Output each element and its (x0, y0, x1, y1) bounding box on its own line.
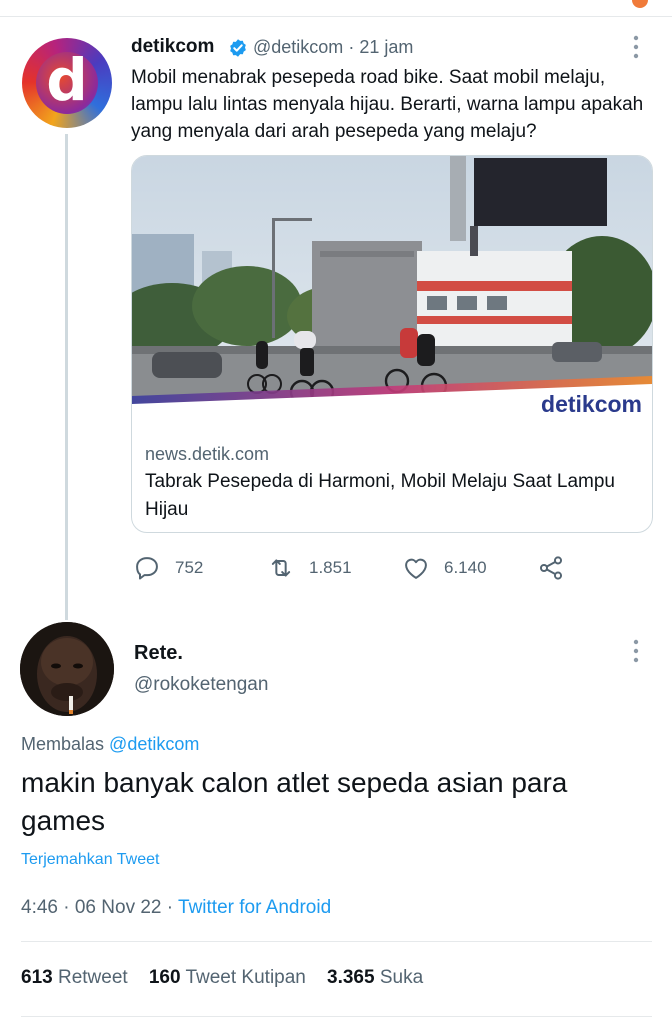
more-options-icon[interactable] (630, 638, 642, 664)
retweet-icon (271, 559, 291, 577)
reply-author-handle[interactable]: @rokoketengan (134, 674, 268, 696)
tweet-text: Mobil menabrak pesepeda road bike. Saat … (131, 67, 644, 142)
notification-dot (632, 0, 648, 8)
card-title: Tabrak Pesepeda di Harmoni, Mobil Melaju… (145, 471, 615, 520)
profile-photo (20, 622, 114, 716)
retweets-count: 613 (21, 967, 53, 988)
quotes-label: Tweet Kutipan (185, 967, 306, 988)
link-card[interactable]: detikcom news.detik.com Tabrak Pesepeda … (131, 155, 653, 533)
likes-stat[interactable]: 3.365 Suka (327, 967, 423, 988)
more-options-icon[interactable] (630, 34, 642, 60)
street-scene-image: detikcom (132, 156, 652, 428)
like-button[interactable]: 6.140 (402, 554, 487, 582)
author-name[interactable]: detikcom (131, 36, 214, 58)
detik-logo-letter: d (46, 46, 88, 114)
divider (21, 1016, 652, 1017)
translate-tweet-link[interactable]: Terjemahkan Tweet (21, 851, 159, 869)
card-domain: news.detik.com (145, 444, 270, 464)
reply-author-name[interactable]: Rete. (134, 642, 183, 665)
quotes-stat[interactable]: 160 Tweet Kutipan (149, 967, 306, 988)
share-icon (539, 556, 563, 580)
likes-count: 3.365 (327, 967, 375, 988)
heart-icon (405, 558, 427, 579)
card-watermark: detikcom (541, 391, 642, 417)
share-button[interactable] (537, 554, 565, 582)
replying-prefix: Membalas (21, 734, 105, 754)
reply-text: makin banyak calon atlet sepeda asian pa… (21, 767, 568, 836)
author-handle-time: @detikcom · 21 jam (253, 37, 413, 58)
tweet-meta: 4:46 · 06 Nov 22 · Twitter for Android (21, 897, 331, 919)
likes-label: Suka (379, 967, 424, 988)
reply-button[interactable]: 752 (133, 554, 203, 582)
retweets-label: Retweet (57, 967, 128, 988)
card-image: detikcom (132, 156, 652, 428)
tweet-timestamp[interactable]: 4:46 · 06 Nov 22 · (21, 897, 173, 918)
tweet-source[interactable]: Twitter for Android (178, 897, 331, 918)
thread-line (65, 134, 68, 620)
reply-count: 752 (175, 558, 204, 577)
tweet-stats: 613 Retweet 160 Tweet Kutipan 3.365 Suka (21, 967, 423, 989)
like-count: 6.140 (444, 558, 487, 577)
rete-avatar[interactable] (20, 622, 114, 716)
retweet-count: 1.851 (309, 558, 352, 577)
replying-to: Membalas @detikcom (21, 734, 199, 755)
tweet-time[interactable]: · 21 jam (348, 37, 413, 57)
reply-icon (136, 557, 158, 580)
retweet-button[interactable]: 1.851 (267, 554, 352, 582)
retweets-stat[interactable]: 613 Retweet (21, 967, 128, 988)
replying-to-mention[interactable]: @detikcom (109, 734, 199, 754)
detikcom-avatar[interactable]: d (22, 38, 112, 128)
quotes-count: 160 (148, 967, 181, 988)
verified-badge-icon (230, 39, 246, 57)
author-handle[interactable]: @detikcom (253, 37, 343, 57)
divider (21, 941, 652, 942)
top-divider (0, 16, 672, 17)
